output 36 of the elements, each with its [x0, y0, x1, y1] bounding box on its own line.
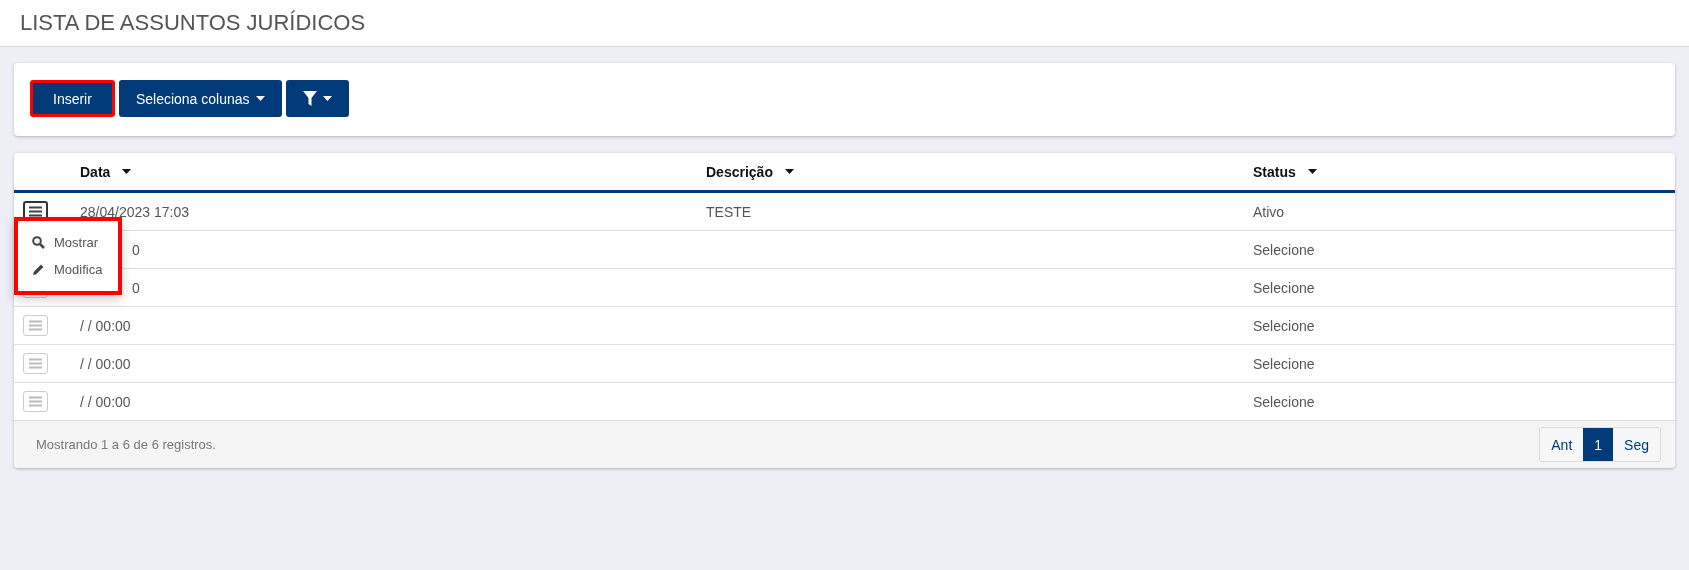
table-cell: TESTE — [706, 204, 752, 220]
table-cell: Selecione — [1253, 242, 1315, 258]
page-title: LISTA DE ASSUNTOS JURÍDICOS — [20, 10, 366, 36]
caret-icon — [322, 96, 332, 101]
column-header[interactable]: Status — [1253, 163, 1317, 180]
caret-icon — [784, 169, 794, 174]
table-cell: Selecione — [1253, 356, 1315, 372]
menu-icon — [29, 396, 42, 407]
caret-icon — [255, 96, 265, 101]
table-cell: 28/04/2023 17:03 — [80, 204, 189, 220]
toolbar-button[interactable]: Seleciona colunas — [118, 80, 282, 117]
table-cell: Selecione — [1253, 280, 1315, 296]
table-cell: Selecione — [1253, 394, 1315, 410]
table-cell: / / 00:00 — [80, 318, 131, 334]
table-cell: Ativo — [1253, 204, 1285, 220]
toolbar-button[interactable]: Inserir — [30, 80, 115, 117]
table-cell: / / 00:00 — [80, 394, 131, 410]
menu-item-label: Mostrar — [54, 235, 99, 250]
column-header[interactable]: Data — [80, 163, 132, 180]
caret-icon — [122, 169, 132, 174]
pagination-button[interactable]: 1 — [1583, 428, 1614, 461]
column-header[interactable]: Descrição — [706, 163, 794, 180]
menu-icon — [29, 206, 42, 217]
menu-item[interactable]: Mostrar — [18, 229, 118, 256]
filter-button[interactable] — [285, 80, 349, 117]
menu-icon — [29, 358, 42, 369]
caret-icon — [1307, 169, 1317, 174]
search-icon — [32, 236, 45, 249]
records-summary: Mostrando 1 a 6 de 6 registros. — [36, 437, 216, 452]
table-cell: Selecione — [1253, 318, 1315, 334]
menu-item[interactable]: Modifica — [18, 256, 118, 283]
menu-item-label: Modifica — [54, 262, 103, 277]
table-cell: / / 00:00 — [80, 356, 131, 372]
table-cell-text: 0 — [131, 280, 140, 296]
menu-icon — [29, 320, 42, 331]
filter-icon — [302, 91, 317, 106]
